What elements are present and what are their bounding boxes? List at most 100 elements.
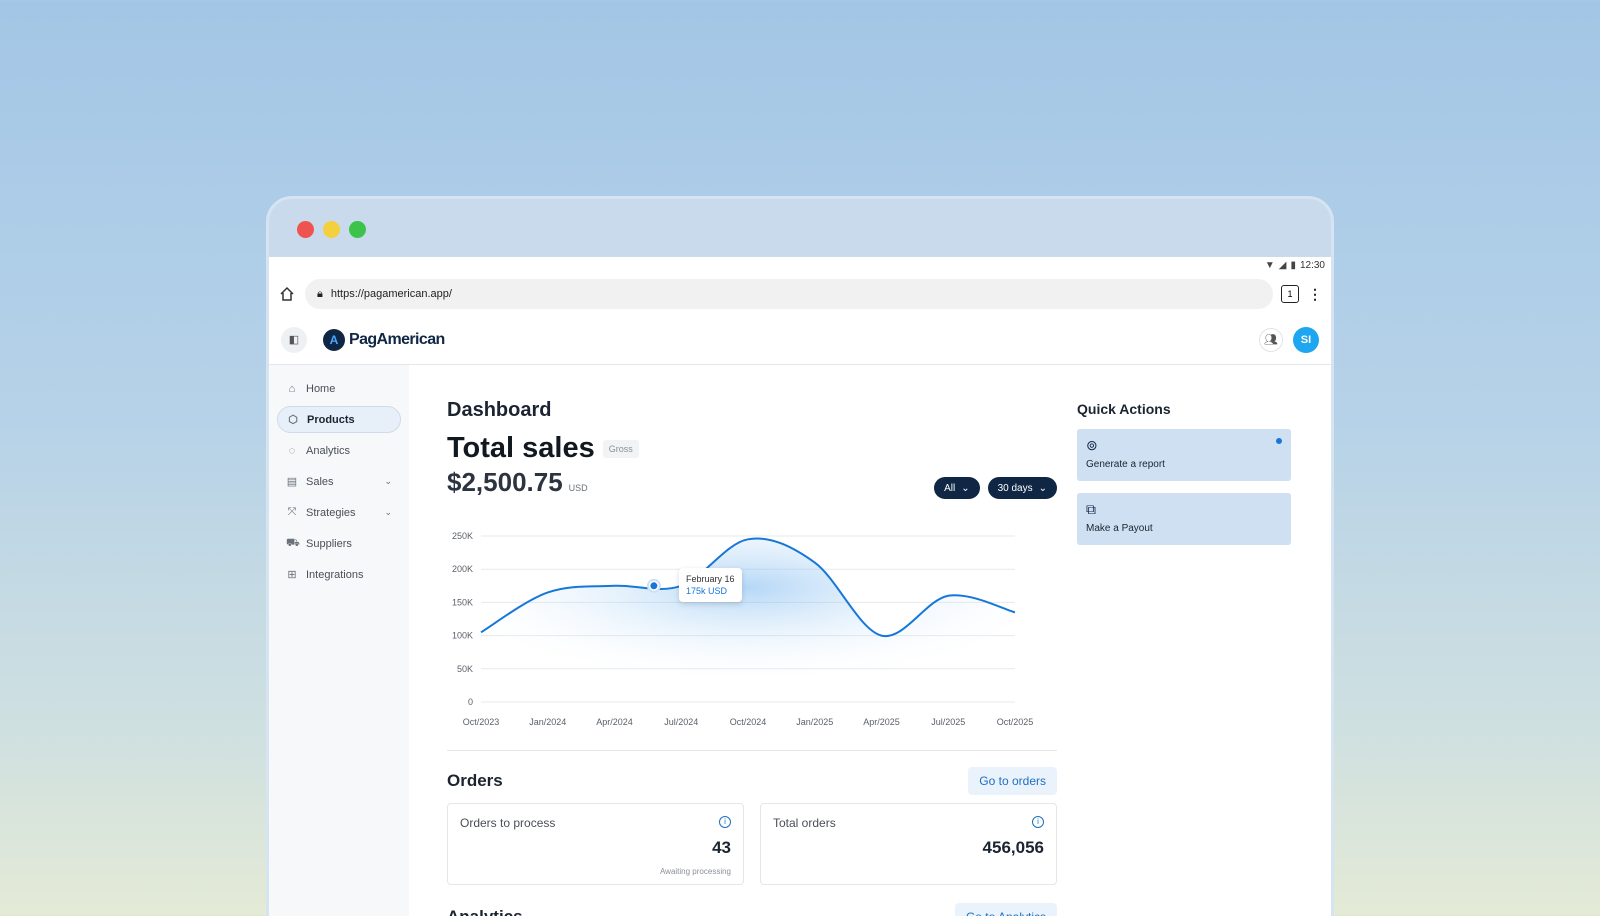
sidebar-item-label: Integrations [306,568,364,581]
sidebar-item-home[interactable]: ⌂ Home [277,375,401,402]
chart-filters: All ⌄ 30 days ⌄ [934,477,1057,499]
page-title: Dashboard [447,399,552,421]
filter-all-label: All [944,482,956,494]
lock-icon: 🔒︎ [317,287,323,300]
analytics-icon: ◌ [288,444,296,457]
analytics-title: Analytics [447,907,523,916]
minimize-window-button[interactable] [323,221,340,238]
truck-icon: ⛟ [286,536,300,549]
home-icon[interactable] [277,284,297,304]
currency-label: USD [568,483,588,493]
sidebar-item-sales[interactable]: ▤ Sales ⌄ [277,468,401,495]
sales-chart-svg: 0 50K 100K 150K 200K 250K Oct/2023 Jan/2024 Apr/… [452,531,1033,727]
info-icon[interactable]: i [1032,816,1044,828]
app-header: ◧ A PagAmerican 👥︎ SI [269,315,1331,365]
main-content: Dashboard Total sales Gross $2,500.75 US… [409,365,1057,916]
sidebar-item-label: Strategies [306,506,356,519]
strategy-icon: ⤧ [287,506,297,518]
sidebar-item-suppliers[interactable]: ⛟ Suppliers [277,530,401,557]
avatar[interactable]: SI [1293,326,1319,353]
tooltip-date: February 16 [686,574,735,584]
x-tick-label: Jul/2025 [931,717,965,727]
sidebar-item-label: Analytics [306,444,351,457]
store-icon: ▤ [286,476,298,488]
status-time: 12:30 [1299,259,1325,271]
y-tick-label: 200K [452,564,473,574]
address-bar[interactable]: 🔒︎ https://pagamerican.app/ [305,279,1273,309]
y-tick-label: 0 [468,697,473,707]
chevron-down-icon: ⌄ [384,507,392,517]
y-tick-label: 100K [452,631,473,641]
payout-icon: ⧉ [1086,501,1096,517]
sidebar-item-label: Suppliers [306,537,352,550]
chevron-down-icon: ⌄ [384,476,392,486]
card-value: 456,056 [982,838,1044,857]
url-text: https://pagamerican.app/ [330,288,452,300]
brand-name: PagAmerican [349,330,445,348]
total-sales-title: Total sales [447,432,595,464]
chart-tooltip: February 16 175k USD [679,568,742,602]
card-label: Orders to process [460,816,556,830]
filter-range-label: 30 days [997,482,1033,494]
browser-menu-icon[interactable]: ⋮ [1307,286,1323,303]
series-area [481,538,1015,702]
quick-action-label: Generate a report [1086,459,1165,470]
app-screen: ▼ ◢ ▮ 12:30 🔒︎ https://pagamerican.app/ … [269,257,1331,916]
sidebar-item-products[interactable]: ⬡ Products [277,406,401,433]
card-label: Total orders [773,816,836,830]
battery-icon: ▮ [1290,259,1296,271]
sidebar-item-integrations[interactable]: ⊞ Integrations [277,561,401,588]
chevron-down-icon: ⌄ [1038,482,1047,494]
highlight-point[interactable] [650,582,658,590]
logo-mark-icon: A [323,328,345,351]
gross-badge: Gross [602,439,639,458]
sidebar-item-strategies[interactable]: ⤧ Strategies ⌄ [277,499,401,526]
users-icon[interactable]: 👥︎ [1259,327,1283,352]
orders-to-process-card[interactable]: Orders to process i 43 Awaiting processi… [447,803,744,885]
window-controls [297,221,366,238]
go-to-analytics-button[interactable]: Go to Analytics [954,903,1057,916]
filter-range-dropdown[interactable]: 30 days ⌄ [987,477,1057,499]
maximize-window-button[interactable] [349,221,366,238]
sidebar: ⌂ Home ⬡ Products ◌ Analytics ▤ Sales ⌄ [269,365,409,916]
y-tick-label: 150K [452,597,473,607]
info-icon[interactable]: i [719,816,731,828]
x-tick-label: Oct/2023 [463,717,500,727]
quick-action-label: Make a Payout [1086,523,1153,534]
sidebar-item-label: Home [306,382,336,395]
y-tick-label: 50K [457,664,473,674]
orders-title: Orders [447,771,503,790]
close-window-button[interactable] [297,221,314,238]
section-divider [447,750,1057,751]
total-sales-amount: $2,500.75 [447,467,563,497]
chevron-down-icon: ⌄ [961,482,970,494]
y-tick-label: 250K [452,531,473,541]
status-bar: ▼ ◢ ▮ 12:30 [269,257,1331,273]
x-tick-label: Apr/2024 [596,717,633,727]
card-subtext: Awaiting processing [659,867,731,876]
wifi-icon: ▼ [1264,259,1275,271]
brand-logo[interactable]: A PagAmerican [323,328,445,351]
x-tick-label: Jan/2025 [796,717,833,727]
sidebar-item-analytics[interactable]: ◌ Analytics [277,437,401,464]
signal-icon: ◢ [1278,259,1287,271]
sidebar-item-label: Sales [306,475,334,488]
sidebar-toggle-icon[interactable]: ◧ [281,326,307,353]
x-tick-label: Jul/2024 [664,717,698,727]
box-icon: ⬡ [288,414,298,426]
go-to-orders-button[interactable]: Go to orders [968,767,1057,795]
sales-chart: 0 50K 100K 150K 200K 250K Oct/2023 Jan/2024 Apr/… [447,524,1057,734]
x-tick-label: Apr/2025 [863,717,900,727]
browser-toolbar: 🔒︎ https://pagamerican.app/ 1 ⋮ [269,273,1331,315]
x-tick-label: Oct/2024 [730,717,767,727]
generate-report-button[interactable]: ⊚ Generate a report [1077,429,1291,481]
card-value: 43 [712,838,731,857]
make-payout-button[interactable]: ⧉ Make a Payout [1077,493,1291,545]
total-orders-card[interactable]: Total orders i 456,056 [760,803,1057,885]
tabs-button[interactable]: 1 [1281,285,1299,303]
quick-actions-title: Quick Actions [1077,401,1171,417]
browser-window: ▼ ◢ ▮ 12:30 🔒︎ https://pagamerican.app/ … [266,196,1334,916]
filter-all-dropdown[interactable]: All ⌄ [934,477,980,499]
notification-dot [1276,438,1282,444]
sidebar-item-label: Products [307,413,355,426]
